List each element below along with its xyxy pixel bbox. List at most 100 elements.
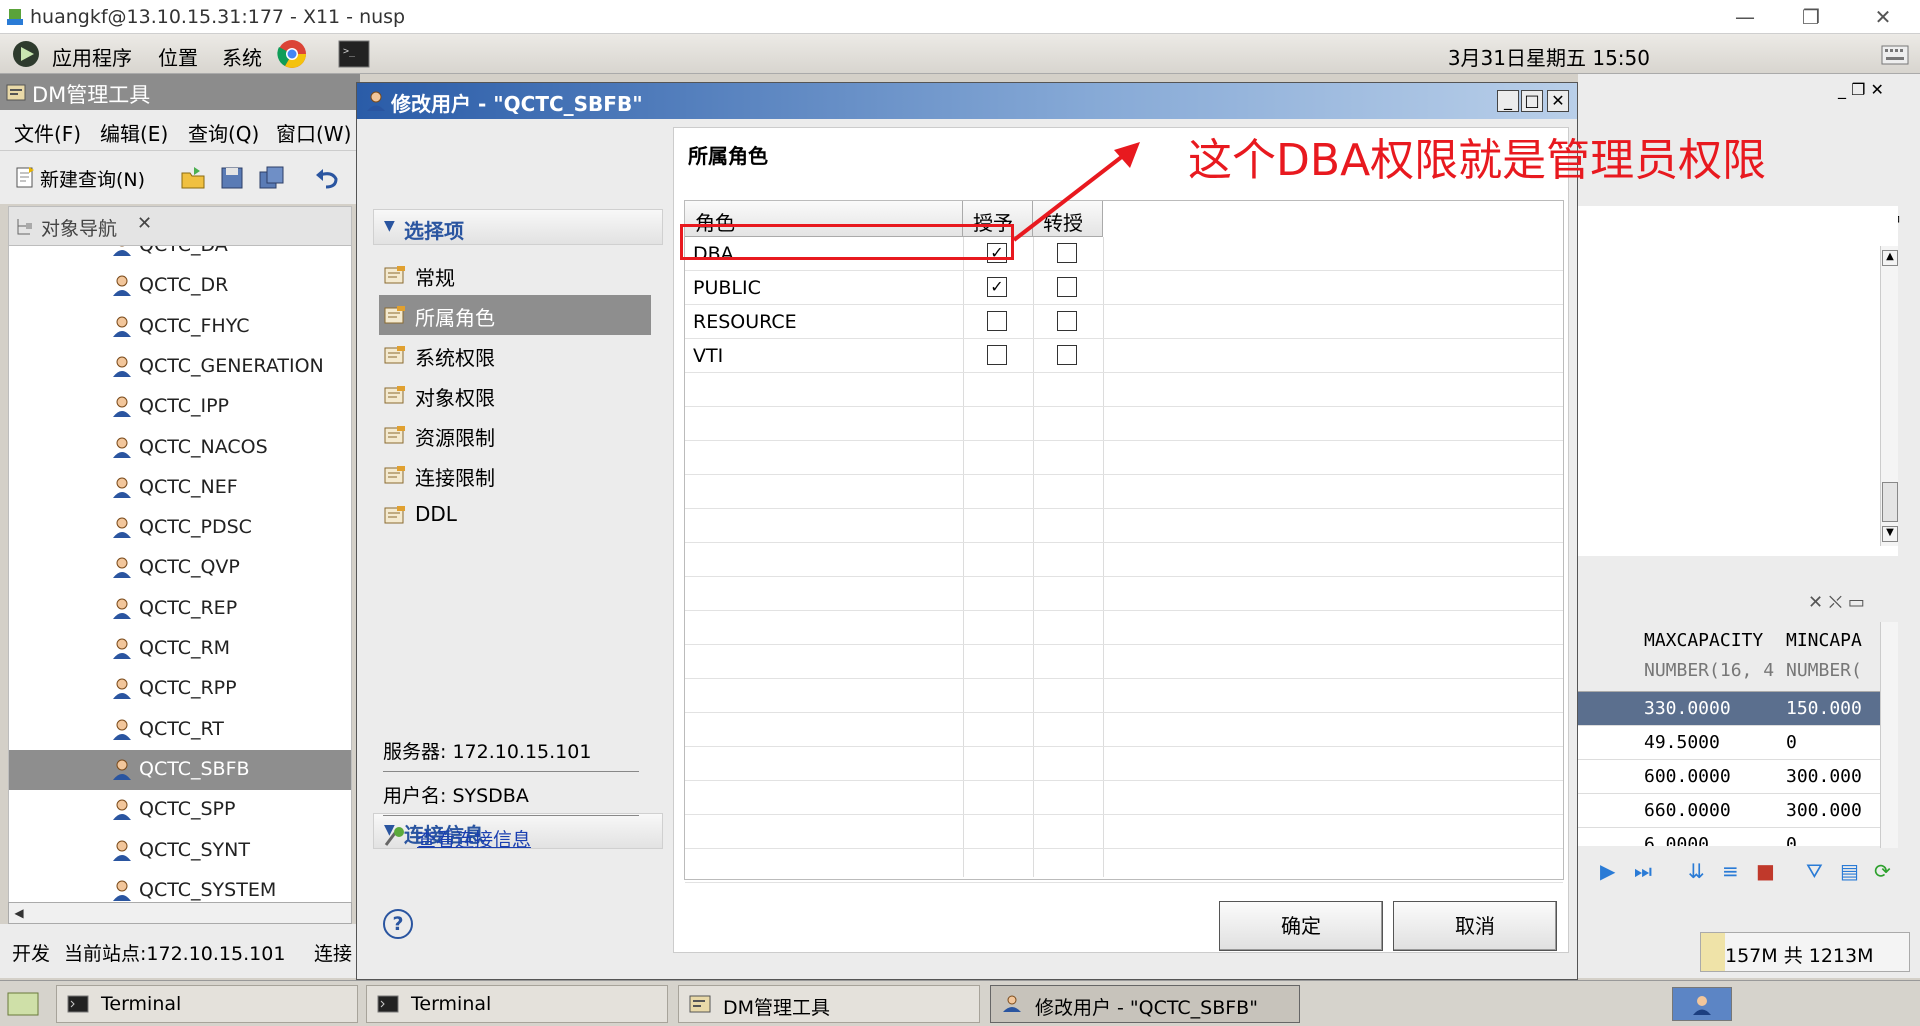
menu-query[interactable]: 查询(Q) <box>188 118 259 147</box>
scroll-left-icon[interactable]: ◀ <box>11 905 27 921</box>
col-header-transfer[interactable]: 转授 <box>1033 201 1103 237</box>
result-row[interactable] <box>1578 828 1880 846</box>
keyboard-icon[interactable] <box>1880 40 1910 68</box>
transfer-checkbox[interactable] <box>1057 345 1077 365</box>
memory-indicator[interactable]: 157M 共 1213M <box>1700 932 1910 972</box>
menu-window[interactable]: 窗口(W) <box>276 118 351 147</box>
terminal-launcher-icon[interactable]: >_ <box>338 40 370 68</box>
scroll-up-icon[interactable]: ▲ <box>1882 250 1898 266</box>
taskbar-item[interactable]: Terminal <box>56 985 358 1023</box>
tree-node-user[interactable]: QCTC_SYSTEM <box>9 871 351 902</box>
menu-edit[interactable]: 编辑(E) <box>100 118 168 147</box>
result-cell[interactable]: 600.0000 <box>1644 766 1731 787</box>
result-grid[interactable]: MAXCAPACITY NUMBER(16, 4 MINCAPA NUMBER(330… <box>1578 622 1880 846</box>
open-folder-icon[interactable] <box>180 165 206 191</box>
workspace-switcher[interactable] <box>1672 987 1732 1021</box>
transfer-checkbox[interactable] <box>1057 277 1077 297</box>
menu-places[interactable]: 位置 <box>158 42 198 71</box>
result-cell[interactable]: 300.000 <box>1786 766 1862 787</box>
result-row[interactable] <box>1578 726 1880 760</box>
tree-node-user[interactable]: QCTC_SBFB <box>9 749 351 790</box>
result-cell[interactable]: 330.0000 <box>1644 698 1731 719</box>
role-row[interactable]: RESOURCE <box>685 305 1563 339</box>
tree-node-user[interactable]: QCTC_RM <box>9 629 351 669</box>
tree-node-user[interactable]: QCTC_FHYC <box>9 307 351 347</box>
tree-node-user[interactable]: QCTC_NACOS <box>9 428 351 468</box>
result-cell[interactable]: 6.0000 <box>1644 834 1709 846</box>
tree-node-user[interactable]: QCTC_SPP <box>9 790 351 830</box>
save-all-icon[interactable] <box>258 165 286 191</box>
stop-icon[interactable]: ■ <box>1756 859 1775 883</box>
tree-horizontal-scrollbar[interactable]: ◀ <box>8 902 352 924</box>
result-cell[interactable]: 0 <box>1786 834 1797 846</box>
table-icon[interactable]: ▤ <box>1840 859 1859 883</box>
cancel-button[interactable]: 取消 <box>1393 901 1557 951</box>
close-tab-icon[interactable]: ✕ <box>137 213 152 234</box>
taskbar-item[interactable]: Terminal <box>366 985 668 1023</box>
result-cell[interactable]: 49.5000 <box>1644 732 1720 753</box>
editor-vertical-scrollbar[interactable]: ▲ ▼ <box>1880 246 1898 546</box>
collapse-icon[interactable]: ≡ <box>1722 859 1739 883</box>
menu-applications[interactable]: 应用程序 <box>52 42 132 71</box>
result-column-name[interactable]: MINCAPA <box>1786 630 1862 651</box>
chrome-icon[interactable] <box>276 38 308 70</box>
role-row[interactable]: VTI <box>685 339 1563 373</box>
option-item[interactable]: 系统权限 <box>379 335 651 375</box>
result-column-name[interactable]: MAXCAPACITY <box>1644 630 1763 651</box>
next-page-icon[interactable]: ▶ <box>1600 859 1615 883</box>
show-desktop-icon[interactable] <box>6 989 40 1019</box>
transfer-checkbox[interactable] <box>1057 311 1077 331</box>
result-cell[interactable]: 150.000 <box>1786 698 1862 719</box>
options-section-header[interactable]: ▼ 选择项 <box>373 209 663 245</box>
menu-file[interactable]: 文件(F) <box>14 118 81 147</box>
minimize-button[interactable]: — <box>1730 4 1760 30</box>
tree-node-user[interactable]: QCTC_QVP <box>9 548 351 588</box>
option-item[interactable]: 对象权限 <box>379 375 651 415</box>
refresh-icon[interactable]: ⟳ <box>1874 859 1891 883</box>
gnome-foot-icon[interactable] <box>10 39 42 69</box>
result-cell[interactable]: 300.000 <box>1786 800 1862 821</box>
result-cell[interactable]: 0 <box>1786 732 1797 753</box>
restore-button[interactable]: ❐ <box>1796 4 1826 30</box>
ok-button[interactable]: 确定 <box>1219 901 1383 951</box>
option-item[interactable]: 所属角色 <box>379 295 651 335</box>
last-page-icon[interactable]: ⏭ <box>1634 859 1652 883</box>
transfer-checkbox[interactable] <box>1057 243 1077 263</box>
tree-node-user[interactable]: QCTC_DA <box>9 246 351 266</box>
option-item[interactable]: 连接限制 <box>379 455 651 495</box>
dialog-maximize-button[interactable]: □ <box>1521 90 1543 112</box>
expand-icon[interactable]: ⇊ <box>1688 859 1705 883</box>
object-navigator-tab[interactable]: 对象导航 ✕ <box>8 206 352 246</box>
tree-node-user[interactable]: QCTC_REP <box>9 589 351 629</box>
option-item[interactable]: 常规 <box>379 255 651 295</box>
grant-checkbox[interactable] <box>987 345 1007 365</box>
filter-icon[interactable]: ⛛ <box>1806 859 1823 883</box>
results-close-icon[interactable]: ✕ ⛌ ▭ <box>1808 592 1865 613</box>
tree-node-user[interactable]: QCTC_IPP <box>9 387 351 427</box>
option-item[interactable]: DDL <box>379 495 651 535</box>
close-button[interactable]: ✕ <box>1868 4 1898 30</box>
taskbar-item[interactable]: 修改用户 - "QCTC_SBFB" <box>990 985 1300 1023</box>
undo-icon[interactable] <box>314 167 340 189</box>
tree-node-user[interactable]: QCTC_NEF <box>9 468 351 508</box>
tree-node-user[interactable]: QCTC_RPP <box>9 669 351 709</box>
menu-system[interactable]: 系统 <box>222 42 262 71</box>
scroll-thumb[interactable] <box>1882 482 1898 522</box>
result-cell[interactable]: 660.0000 <box>1644 800 1731 821</box>
dialog-close-button[interactable]: ✕ <box>1547 90 1569 112</box>
result-vertical-scrollbar[interactable] <box>1880 622 1898 848</box>
tree-node-user[interactable]: QCTC_GENERATION <box>9 347 351 387</box>
new-query-button[interactable]: 新建查询(N) <box>14 163 145 193</box>
grant-checkbox[interactable]: ✓ <box>987 277 1007 297</box>
editor-pane[interactable]: ▲ ▼ <box>1578 206 1898 556</box>
window-controls[interactable]: _ ❐ ✕ <box>1838 80 1918 106</box>
dialog-minimize-button[interactable]: _ <box>1497 90 1519 112</box>
role-row[interactable]: PUBLIC ✓ <box>685 271 1563 305</box>
view-connection-link[interactable]: 查看连接信息 <box>417 825 531 852</box>
scroll-down-icon[interactable]: ▼ <box>1882 526 1898 542</box>
option-item[interactable]: 资源限制 <box>379 415 651 455</box>
grant-checkbox[interactable] <box>987 311 1007 331</box>
tree-node-user[interactable]: QCTC_DR <box>9 266 351 306</box>
tree-node-user[interactable]: QCTC_RT <box>9 710 351 750</box>
taskbar-item[interactable]: DM管理工具 <box>678 985 980 1023</box>
